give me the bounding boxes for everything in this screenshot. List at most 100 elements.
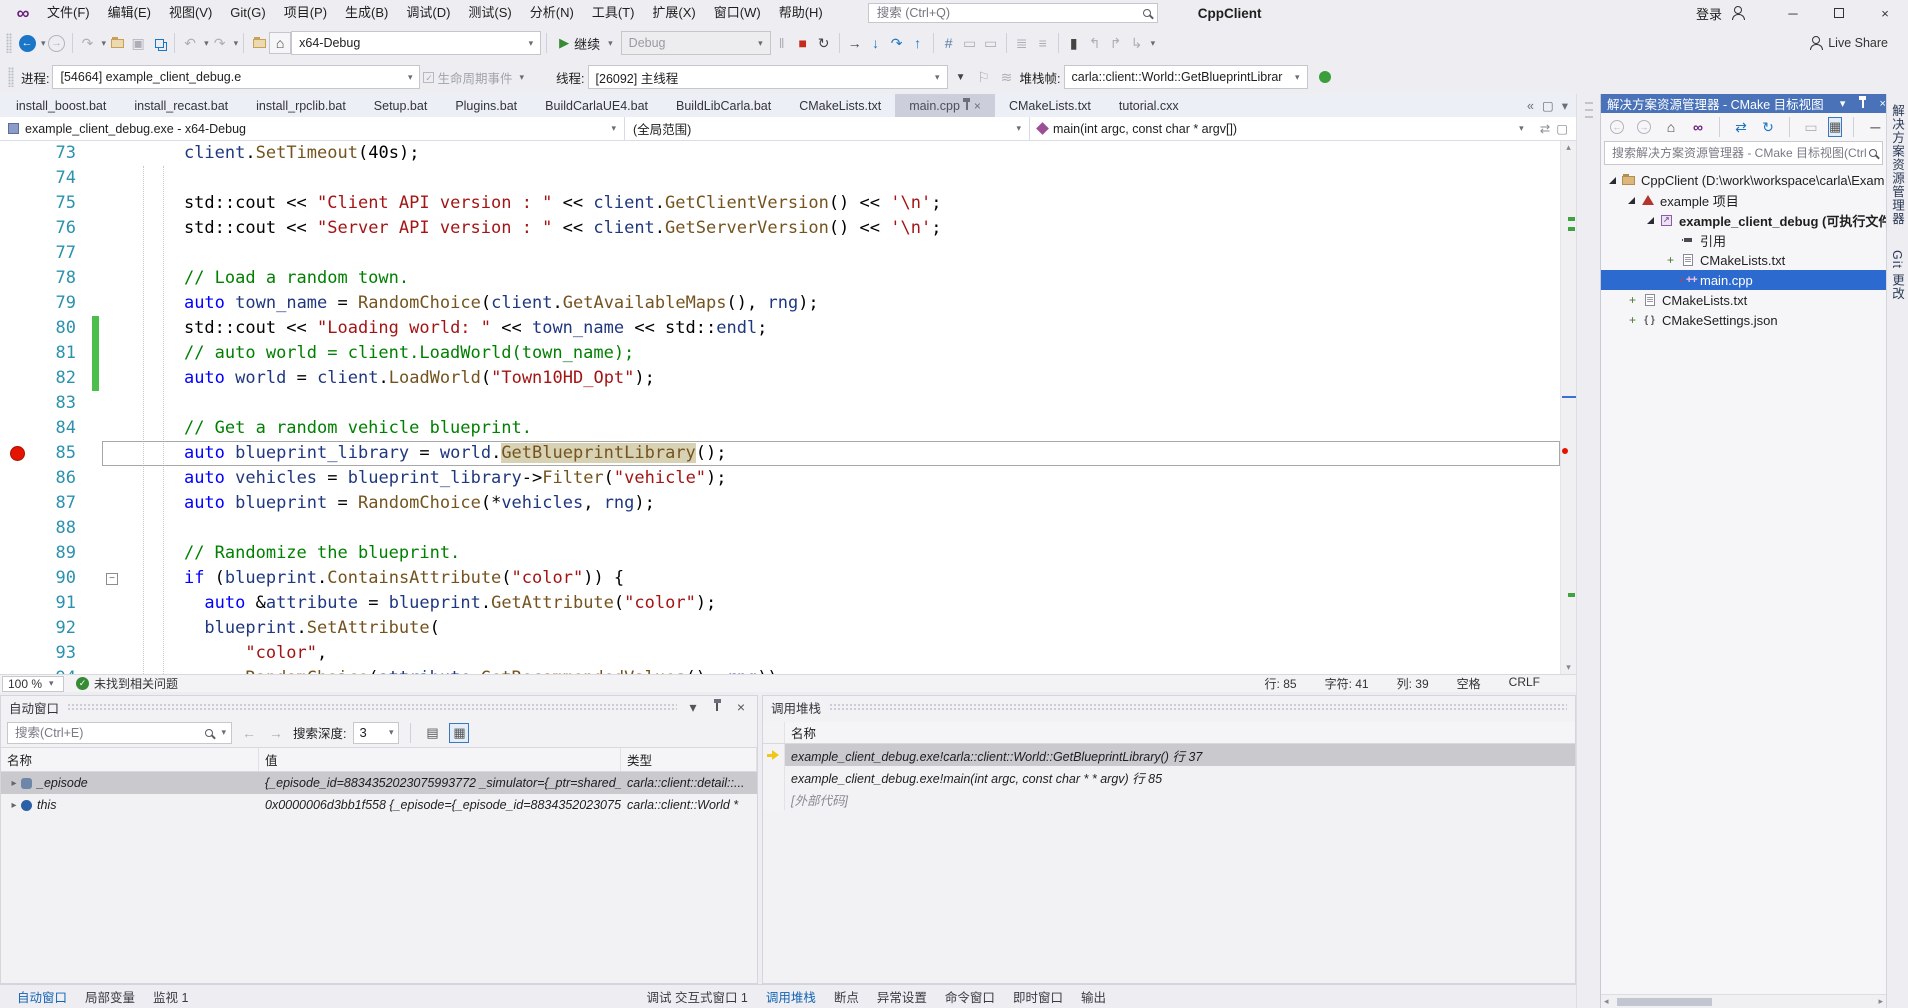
stack-frame-row[interactable]: example_client_debug.exe!main(int argc, …	[763, 766, 1575, 788]
code-text[interactable]: auto &attribute = blueprint.GetAttribute…	[122, 591, 716, 616]
autos-search[interactable]: ▾	[7, 722, 232, 744]
file-tab[interactable]: install_rpclib.bat	[242, 94, 360, 117]
file-tab[interactable]: BuildCarlaUE4.bat	[531, 94, 662, 117]
unpin-dash-icon[interactable]: ─	[1865, 117, 1885, 137]
stop-debugging-icon[interactable]: ■	[793, 33, 813, 53]
code-line[interactable]: 80 std::cout << "Loading world: " << tow…	[0, 316, 1560, 341]
tree-item[interactable]: +CMakeLists.txt	[1601, 290, 1886, 310]
code-line[interactable]: 78 // Load a random town.	[0, 266, 1560, 291]
column-header-1[interactable]: 名称	[1, 748, 259, 771]
code-line-body[interactable]: blueprint.SetAttribute(	[102, 616, 1560, 641]
code-text[interactable]	[122, 516, 143, 541]
swap-icon[interactable]: ⇄	[1540, 121, 1550, 136]
code-line-body[interactable]	[102, 241, 1560, 266]
step-over-icon[interactable]: ↷	[887, 33, 907, 53]
restart-icon[interactable]: ↻	[814, 33, 834, 53]
solution-explorer-title-bar[interactable]: 解决方案资源管理器 - CMake 目标视图 ▾ ×	[1601, 94, 1886, 113]
tree-item[interactable]: +CMakeLists.txt	[1601, 250, 1886, 270]
code-line[interactable]: 74	[0, 166, 1560, 191]
menu-item[interactable]: 测试(S)	[459, 0, 520, 26]
breakpoint-margin[interactable]	[0, 216, 34, 241]
code-line[interactable]: 94 RandomChoice(attribute.GetRecommended…	[0, 666, 1560, 674]
code-line[interactable]: 76 std::cout << "Server API version : " …	[0, 216, 1560, 241]
navigate-back-icon[interactable]: ←	[17, 33, 37, 53]
stack-frame-row[interactable]: example_client_debug.exe!carla::client::…	[763, 744, 1575, 766]
breakpoint-margin[interactable]	[0, 241, 34, 266]
menu-item[interactable]: 调试(D)	[397, 0, 459, 26]
split-icon[interactable]: ▢	[1556, 121, 1568, 136]
code-text[interactable]: client.SetTimeout(40s);	[122, 141, 419, 166]
breakpoint-margin[interactable]	[0, 441, 34, 466]
expanded-arrow-icon[interactable]	[1609, 177, 1616, 184]
window-preview-icon[interactable]: ▢	[1542, 98, 1554, 113]
bottom-tab[interactable]: 自动窗口	[8, 987, 76, 1006]
toolbar-grip[interactable]	[8, 67, 14, 87]
toggle-grid-icon[interactable]: ▦	[449, 723, 469, 743]
tree-item[interactable]: 引用	[1601, 230, 1886, 250]
variable-row[interactable]: ▸_episode{_episode_id=883435202307599377…	[1, 772, 757, 794]
breakpoint-marker-icon[interactable]: ▮	[1064, 33, 1084, 53]
account-icon[interactable]	[1732, 7, 1744, 19]
code-line[interactable]: 88	[0, 516, 1560, 541]
code-line-body[interactable]: std::cout << "Server API version : " << …	[102, 216, 1560, 241]
pin-icon[interactable]	[709, 699, 725, 715]
scroll-tabs-icon[interactable]: «	[1527, 99, 1534, 113]
breakpoint-margin[interactable]	[0, 366, 34, 391]
debug-continue-button[interactable]: ▶ 继续 ▾	[552, 30, 620, 56]
code-text[interactable]: // Randomize the blueprint.	[122, 541, 460, 566]
code-line[interactable]: 89 // Randomize the blueprint.	[0, 541, 1560, 566]
menu-item[interactable]: 生成(B)	[336, 0, 397, 26]
code-text[interactable]: RandomChoice(attribute.GetRecommendedVal…	[122, 666, 788, 674]
menu-item[interactable]: 视图(V)	[160, 0, 221, 26]
code-line-body[interactable]	[102, 516, 1560, 541]
code-text[interactable]: auto town_name = RandomChoice(client.Get…	[122, 291, 819, 316]
breakpoint-margin[interactable]	[0, 566, 34, 591]
breakpoint-margin[interactable]	[0, 491, 34, 516]
add-item-icon[interactable]	[249, 33, 269, 53]
menu-item[interactable]: 帮助(H)	[770, 0, 832, 26]
code-line-body[interactable]: − if (blueprint.ContainsAttribute("color…	[102, 566, 1560, 591]
toolbar-overflow[interactable]: ▾	[1151, 38, 1156, 49]
toolbar-grip[interactable]	[6, 33, 12, 53]
code-line[interactable]: 84 // Get a random vehicle blueprint.	[0, 416, 1560, 441]
breakpoint-margin[interactable]	[0, 641, 34, 666]
file-tab[interactable]: main.cpp×	[895, 94, 995, 117]
code-line-body[interactable]: auto &attribute = blueprint.GetAttribute…	[102, 591, 1560, 616]
live-share[interactable]: Live Share	[1810, 36, 1888, 50]
autos-search-input[interactable]	[13, 725, 200, 741]
collapse-all-icon[interactable]: ▭	[1801, 117, 1821, 137]
bottom-tab[interactable]: 调用堆栈	[757, 987, 825, 1006]
navigate-back-dropdown[interactable]: ▾	[41, 38, 46, 49]
code-line[interactable]: 79 auto town_name = RandomChoice(client.…	[0, 291, 1560, 316]
breakpoint-margin[interactable]	[0, 466, 34, 491]
code-text[interactable]: auto vehicles = blueprint_library->Filte…	[122, 466, 727, 491]
column-header-3[interactable]: 类型	[621, 748, 757, 771]
side-tab-git-changes[interactable]: Git 更改	[1888, 250, 1907, 300]
navigate-forward-icon[interactable]: →	[47, 33, 67, 53]
code-line[interactable]: 81 // auto world = client.LoadWorld(town…	[0, 341, 1560, 366]
file-tab[interactable]: Setup.bat	[360, 94, 442, 117]
file-tab[interactable]: install_boost.bat	[2, 94, 120, 117]
search-prev-icon[interactable]: ←	[239, 723, 259, 743]
solution-config-dropdown[interactable]: x64-Debug▾	[291, 31, 541, 55]
expand-arrow-icon[interactable]: ▸	[7, 778, 21, 789]
breakpoint-margin[interactable]	[0, 166, 34, 191]
bottom-tab[interactable]: 局部变量	[76, 987, 144, 1006]
tree-item[interactable]: +{ }CMakeSettings.json	[1601, 310, 1886, 330]
code-line-body[interactable]: // auto world = client.LoadWorld(town_na…	[102, 341, 1560, 366]
bottom-tab[interactable]: 即时窗口	[1004, 987, 1072, 1006]
home-icon[interactable]: ⌂	[270, 33, 290, 53]
sign-in-link[interactable]: 登录	[1696, 4, 1722, 23]
stack-frame-row[interactable]: [外部代码]	[763, 788, 1575, 810]
breakpoint-margin[interactable]	[0, 391, 34, 416]
code-line-body[interactable]: std::cout << "Loading world: " << town_n…	[102, 316, 1560, 341]
code-line[interactable]: 83	[0, 391, 1560, 416]
save-icon[interactable]: ▣	[128, 33, 148, 53]
fold-toggle-icon[interactable]: −	[106, 573, 118, 585]
breakpoint-margin[interactable]	[0, 266, 34, 291]
breakpoint-margin[interactable]	[0, 516, 34, 541]
code-line-body[interactable]: auto vehicles = blueprint_library->Filte…	[102, 466, 1560, 491]
breakpoint-margin[interactable]	[0, 316, 34, 341]
menu-item[interactable]: 文件(F)	[38, 0, 99, 26]
code-line[interactable]: 77	[0, 241, 1560, 266]
